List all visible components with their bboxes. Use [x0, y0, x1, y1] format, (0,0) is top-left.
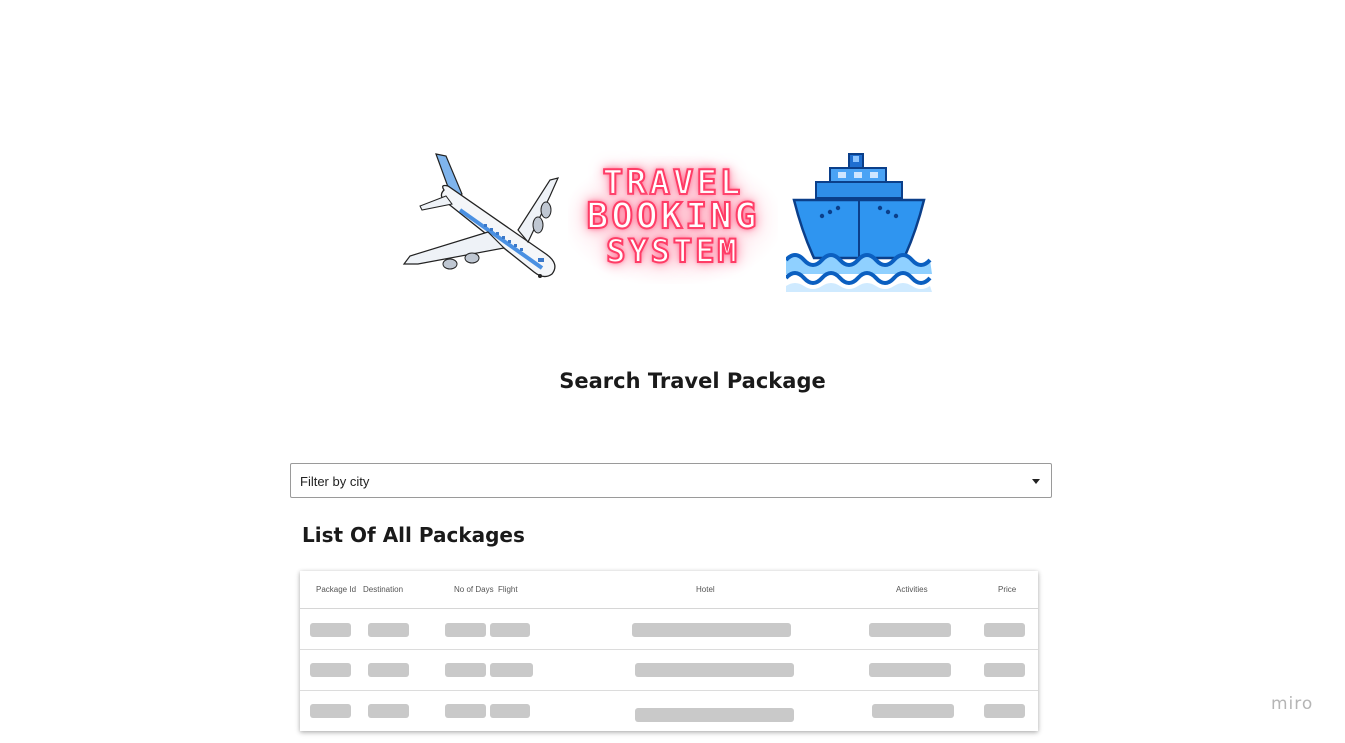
hotel-placeholder: [635, 708, 794, 722]
logo-banner: TRAVEL BOOKING SYSTEM: [400, 150, 932, 292]
package-id-placeholder: [310, 623, 351, 637]
package-id-placeholder: [310, 663, 351, 677]
col-no-of-days[interactable]: No of Days: [454, 585, 494, 594]
col-hotel[interactable]: Hotel: [696, 585, 715, 594]
col-flight[interactable]: Flight: [498, 585, 518, 594]
days-placeholder: [445, 704, 486, 718]
col-price[interactable]: Price: [998, 585, 1016, 594]
logo-line-1: TRAVEL: [602, 163, 744, 203]
col-activities[interactable]: Activities: [896, 585, 928, 594]
days-placeholder: [445, 663, 486, 677]
destination-placeholder: [368, 623, 409, 637]
neon-logo: TRAVEL BOOKING SYSTEM: [568, 156, 778, 284]
packages-table: Package Id Destination No of Days Flight…: [300, 571, 1038, 731]
flight-placeholder: [490, 623, 530, 637]
days-placeholder: [445, 623, 486, 637]
flight-placeholder: [490, 704, 530, 718]
activities-placeholder: [872, 704, 954, 718]
table-row[interactable]: [300, 691, 1038, 731]
city-filter-label: Filter by city: [300, 474, 370, 489]
hotel-placeholder: [635, 663, 794, 677]
hotel-placeholder: [632, 623, 791, 637]
destination-placeholder: [368, 663, 409, 677]
col-package-id[interactable]: Package Id: [316, 585, 356, 594]
logo-line-3: SYSTEM: [605, 232, 740, 270]
airplane-icon: [402, 153, 560, 278]
price-placeholder: [984, 663, 1025, 677]
table-row[interactable]: [300, 650, 1038, 691]
table-header: Package Id Destination No of Days Flight…: [300, 571, 1038, 609]
activities-placeholder: [869, 663, 951, 677]
ship-icon: [786, 153, 932, 292]
activities-placeholder: [869, 623, 951, 637]
page-title: Search Travel Package: [559, 369, 826, 393]
flight-placeholder: [490, 663, 533, 677]
caret-down-icon[interactable]: [1032, 479, 1040, 484]
logo-line-2: BOOKING: [586, 196, 760, 237]
destination-placeholder: [368, 704, 409, 718]
price-placeholder: [984, 704, 1025, 718]
city-filter-select[interactable]: Filter by city: [290, 463, 1052, 498]
price-placeholder: [984, 623, 1025, 637]
packages-list-title: List Of All Packages: [302, 523, 525, 547]
col-destination[interactable]: Destination: [363, 585, 403, 594]
package-id-placeholder: [310, 704, 351, 718]
page: TRAVEL BOOKING SYSTEM Search Travel Pack…: [0, 0, 1345, 743]
table-row[interactable]: [300, 609, 1038, 650]
miro-watermark: miro: [1271, 694, 1314, 714]
